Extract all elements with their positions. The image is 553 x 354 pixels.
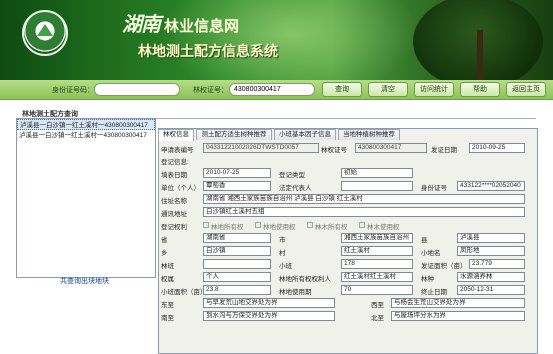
address-field[interactable]: 湖南省 湘西土家族苗族自治州 泸溪县 白沙镇 红土溪村 [203,194,525,204]
query-button[interactable]: 查询 [322,82,362,97]
subcompartment-label: 小班 [279,263,292,270]
province-field[interactable]: 湖南省 [203,233,271,243]
forestry-logo-icon [22,10,68,56]
issue-date-field[interactable]: 2010-09-25 [469,143,525,153]
tree-use-label: 林木使用权 [367,224,400,231]
west-boundary-field[interactable]: 与杨会生荒山交界处为界 [391,298,525,308]
unit-label: 单位（个人） [161,185,200,192]
legal-rep-field[interactable] [341,181,413,191]
id-number-label: 身份证号码： [52,87,94,94]
species-field[interactable]: 水源涵养林 [457,272,525,282]
shared-plots-link[interactable]: 共查询出块地块 [60,276,109,286]
idcard-field[interactable]: 433122****02052040 [457,181,525,191]
visit-stats-button[interactable]: 访问统计 [414,82,454,97]
tab-local-species[interactable]: 当地种植树种推荐 [338,129,400,140]
home-button[interactable]: 返回主页 [506,82,546,97]
site-title: 湖南 林业信息网 林地测土配方信息系统 [122,8,278,61]
forestland-ownership-label: 林地所有权 [211,224,244,231]
reg-type-label: 登记类型 [279,172,305,179]
clear-button[interactable]: 清空 [368,82,408,97]
village-field[interactable]: 红土溪村 [341,246,413,256]
village-label: 村 [279,250,286,257]
brand-text: 湖南 [122,12,161,36]
east-boundary-label: 东至 [161,302,174,309]
tab-forest-rights[interactable]: 林权信息 [158,129,194,141]
city-label: 市 [279,237,286,244]
fill-date-label: 填表日期 [161,172,187,179]
apply-no-field[interactable]: 04331221002026DTWSTD0057 [203,143,319,153]
forestland-use-checkbox[interactable] [255,222,261,228]
city-field[interactable]: 湘西土家族苗族自治州 [341,233,413,243]
south-boundary-field[interactable]: 到水沟与万保交界处为界 [203,311,335,321]
reg-type-field[interactable]: 初始 [341,168,413,178]
cert-number-label: 林权证号： [193,87,228,94]
issue-date-label: 发证日期 [431,147,457,154]
ownership-label: 权属 [161,276,174,283]
list-item[interactable]: 泸溪县一白沙镇一红土溪村一430800300417 [17,130,155,141]
species-label: 林种 [421,276,434,283]
fill-date-field[interactable]: 2010-07-25 [203,168,271,178]
county-field[interactable]: 泸溪县 [457,233,525,243]
legal-rep-label: 法定代表人 [279,185,312,192]
west-boundary-label: 西至 [371,302,384,309]
id-number-input[interactable] [94,83,180,96]
subcompartment-field[interactable]: 178 [341,259,413,269]
town-label: 乡 [161,250,168,257]
rights-label: 登记权利 [161,224,187,231]
tab-soil-recommendation[interactable]: 测土配方适生树种推荐 [196,129,272,140]
header-banner: 湖南 林业信息网 林地测土配方信息系统 [0,0,553,80]
forest-class-field[interactable] [203,259,271,269]
area-label: 发证面积（亩） [421,263,467,270]
tree-use-checkbox[interactable] [359,222,365,228]
sub-area-field[interactable]: 23.8 [203,285,271,295]
list-item[interactable]: 泸溪县一白沙镇一红土溪村一430800300417 [17,119,155,130]
tree-ownership-label: 林木所有权 [315,224,348,231]
apply-no-label: 申请表编号 [161,147,194,154]
reg-info-label: 登记信息: [161,159,189,166]
ownership-field[interactable]: 个人 [203,272,271,282]
north-boundary-label: 北至 [371,315,384,322]
search-bar: 身份证号码： 林权证号： 查询 清空 访问统计 帮助 返回主页 [0,80,553,100]
province-label: 省 [161,237,168,244]
forest-class-label: 林班 [161,263,174,270]
owner-field[interactable]: 红土溪村红土溪村 [341,272,413,282]
tree-ownership-checkbox[interactable] [307,222,313,228]
sub-area-label: 小班面积（亩） [161,289,207,296]
place-label: 小地名 [421,250,441,257]
tab-subcompartment-factors[interactable]: 小班基本因子信息 [274,129,336,140]
cert-number-input[interactable] [229,83,315,96]
comm-address-label: 通讯地址 [161,211,187,218]
address-label: 住址名称 [161,198,187,205]
detail-panel: 申请表编号 04331221002026DTWSTD0057 林权证号 4308… [158,128,538,354]
forestland-use-label: 林地使用权 [263,224,296,231]
unit-field[interactable]: 覃萄香 [203,181,271,191]
cert-no-field[interactable]: 430800300417 [355,143,427,153]
result-list[interactable]: 泸溪县一白沙镇一红土溪村一430800300417 泸溪县一白沙镇一红土溪村一4… [16,118,156,278]
town-field[interactable]: 白沙镇 [203,246,271,256]
forestland-ownership-checkbox[interactable] [203,222,209,228]
site-name: 林业信息网 [163,18,239,35]
area-field[interactable]: 23.779 [469,259,525,269]
use-term-label: 林地使用期 [279,289,312,296]
end-date-label: 终止日期 [421,289,447,296]
end-date-field[interactable]: 2050-12-31 [457,285,525,295]
help-button[interactable]: 帮助 [460,82,500,97]
north-boundary-field[interactable]: 与屋场坪分水为界 [391,311,525,321]
east-boundary-field[interactable]: 与早发荒山地交界处为界 [203,298,335,308]
comm-address-field[interactable]: 白沙镇红土溪村五组 [203,207,525,217]
banner-tree-trunk [477,30,483,80]
system-name: 林地测土配方信息系统 [138,43,278,59]
cert-no-label: 林权证号 [321,147,347,154]
south-boundary-label: 南至 [161,315,174,322]
owner-label: 林地所有权权利人 [279,276,331,283]
county-label: 县 [421,237,428,244]
place-field[interactable]: 凤形地 [457,246,525,256]
idcard-label: 身份证号 [421,185,447,192]
use-term-field[interactable]: 70 [341,285,413,295]
